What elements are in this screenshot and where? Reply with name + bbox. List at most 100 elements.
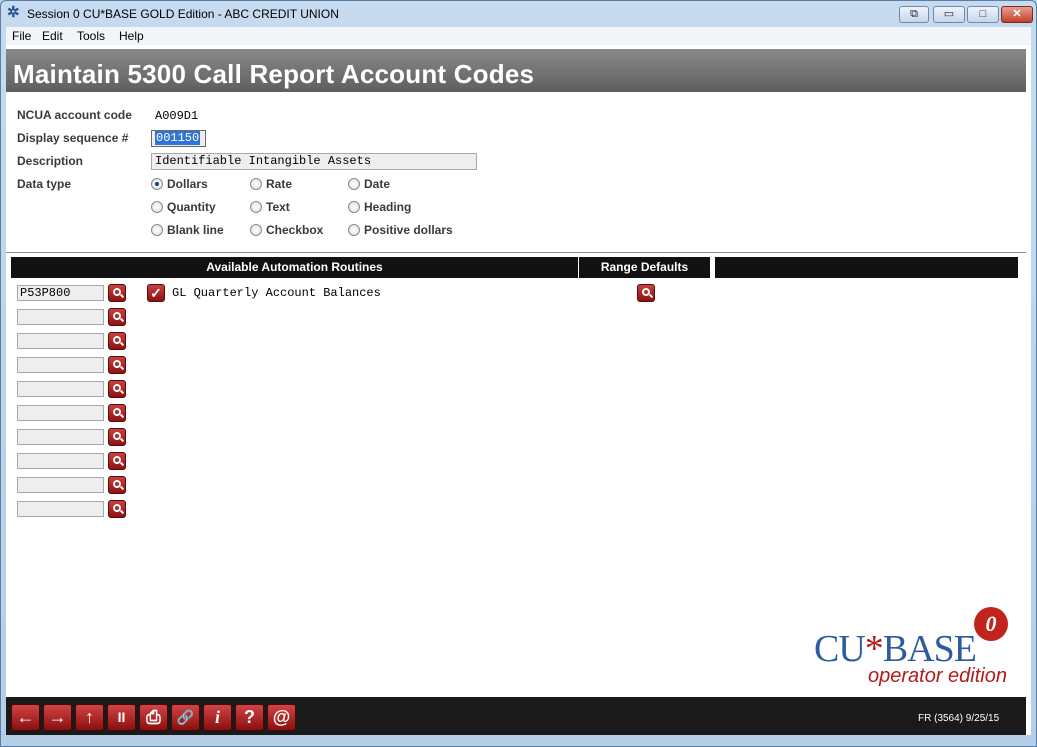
back-button[interactable]: ← <box>11 704 40 731</box>
ncua-code-value: A009D1 <box>155 109 199 123</box>
routine-row <box>17 379 137 399</box>
zoom-icon[interactable] <box>108 284 126 302</box>
radio-label: Positive dollars <box>364 223 453 237</box>
radio-label: Date <box>364 177 391 191</box>
radio-dot <box>250 178 262 190</box>
header-automation-routines: Available Automation Routines <box>11 257 578 278</box>
radio-positive-dollars[interactable]: Positive dollars <box>348 222 468 238</box>
app-window: ✲ Session 0 CU*BASE GOLD Edition - ABC C… <box>0 0 1037 747</box>
radio-blank-line[interactable]: Blank line <box>151 222 241 238</box>
routine-code-input[interactable] <box>17 453 104 469</box>
display-sequence-value: 001150 <box>155 131 201 145</box>
description-label: Description <box>17 154 84 168</box>
radio-label: Checkbox <box>266 223 324 237</box>
section-divider <box>6 252 1026 253</box>
data-type-label: Data type <box>17 177 72 191</box>
zoom-icon[interactable] <box>108 356 126 374</box>
gear-icon: 0 <box>974 607 1008 641</box>
close-button[interactable]: ✕ <box>1001 6 1033 23</box>
radio-dot <box>250 201 262 213</box>
routine-code-input[interactable] <box>17 405 104 421</box>
radio-label: Heading <box>364 200 412 214</box>
routine-label: GL Quarterly Account Balances <box>172 286 381 300</box>
routine-code-input[interactable] <box>17 333 104 349</box>
radio-label: Quantity <box>167 200 216 214</box>
radio-dollars[interactable]: Dollars <box>151 176 231 192</box>
zoom-icon[interactable] <box>108 404 126 422</box>
radio-label: Text <box>266 200 290 214</box>
menu-edit[interactable]: Edit <box>42 29 63 43</box>
up-button[interactable]: ↑ <box>75 704 104 731</box>
radio-quantity[interactable]: Quantity <box>151 199 231 215</box>
link-button[interactable]: 🔗 <box>171 704 200 731</box>
print-button[interactable]: ⎙ <box>139 704 168 731</box>
routine-code-input[interactable] <box>17 381 104 397</box>
routine-code-input[interactable] <box>17 477 104 493</box>
radio-text[interactable]: Text <box>250 199 330 215</box>
help-button[interactable]: ? <box>235 704 264 731</box>
menu-bar: File Edit Tools Help <box>6 27 1031 45</box>
main-content: Maintain 5300 Call Report Account Codes … <box>6 45 1031 735</box>
radio-dot <box>151 178 163 190</box>
menu-tools[interactable]: Tools <box>77 29 105 43</box>
restore-session-button[interactable]: ⧉ <box>899 6 929 23</box>
routine-checkbox[interactable]: ✓ <box>147 284 165 302</box>
info-button[interactable]: i <box>203 704 232 731</box>
routine-row <box>17 307 137 327</box>
display-sequence-input[interactable]: 001150 <box>151 130 206 147</box>
routine-code-input[interactable] <box>17 429 104 445</box>
zoom-icon[interactable] <box>108 380 126 398</box>
menu-help[interactable]: Help <box>119 29 144 43</box>
header-range-defaults: Range Defaults <box>579 257 710 278</box>
minimize-button[interactable]: ▭ <box>933 6 965 23</box>
page-title: Maintain 5300 Call Report Account Codes <box>13 59 535 89</box>
radio-checkbox[interactable]: Checkbox <box>250 222 340 238</box>
logo-subtitle: operator edition <box>868 665 1007 687</box>
routine-row <box>17 499 137 519</box>
routine-row <box>17 355 137 375</box>
ncua-code-label: NCUA account code <box>17 108 132 122</box>
range-defaults-zoom-icon[interactable] <box>637 284 655 302</box>
description-input[interactable]: Identifiable Intangible Assets <box>151 153 477 170</box>
zoom-icon[interactable] <box>108 500 126 518</box>
radio-heading[interactable]: Heading <box>348 199 428 215</box>
routine-code-input[interactable]: P53P800 <box>17 285 104 301</box>
routine-row <box>17 451 137 471</box>
radio-label: Blank line <box>167 223 224 237</box>
zoom-icon[interactable] <box>108 332 126 350</box>
page-header: Maintain 5300 Call Report Account Codes <box>6 49 1026 92</box>
zoom-icon[interactable] <box>108 452 126 470</box>
routine-row <box>17 403 137 423</box>
radio-date[interactable]: Date <box>348 176 428 192</box>
routine-row <box>17 475 137 495</box>
zoom-icon[interactable] <box>108 308 126 326</box>
menu-file[interactable]: File <box>12 29 31 43</box>
radio-rate[interactable]: Rate <box>250 176 330 192</box>
radio-dot <box>151 224 163 236</box>
display-sequence-label: Display sequence # <box>17 131 129 145</box>
routine-code-input[interactable] <box>17 309 104 325</box>
radio-dot <box>348 224 360 236</box>
asterisk-app-icon: ✲ <box>7 4 20 21</box>
cubase-logo: CU*BASE operator edition 0 <box>814 607 1014 697</box>
zoom-icon[interactable] <box>108 476 126 494</box>
zoom-icon[interactable] <box>108 428 126 446</box>
header-blank <box>715 257 1018 278</box>
routine-row <box>17 331 137 351</box>
forward-button[interactable]: → <box>43 704 72 731</box>
radio-label: Rate <box>266 177 293 191</box>
window-title: Session 0 CU*BASE GOLD Edition - ABC CRE… <box>27 7 339 21</box>
routine-row <box>17 427 137 447</box>
radio-label: Dollars <box>167 177 208 191</box>
pause-button[interactable]: II <box>107 704 136 731</box>
routine-row: P53P800 <box>17 283 137 303</box>
routine-code-input[interactable] <box>17 357 104 373</box>
routine-code-input[interactable] <box>17 501 104 517</box>
radio-dot <box>348 178 360 190</box>
email-button[interactable]: @ <box>267 704 296 731</box>
action-bar: ← → ↑ II ⎙ 🔗 i ? @ FR (3564) 9/25/15 <box>6 697 1026 735</box>
radio-dot <box>151 201 163 213</box>
radio-dot <box>348 201 360 213</box>
maximize-button[interactable]: □ <box>967 6 999 23</box>
title-bar: ✲ Session 0 CU*BASE GOLD Edition - ABC C… <box>1 1 1036 27</box>
